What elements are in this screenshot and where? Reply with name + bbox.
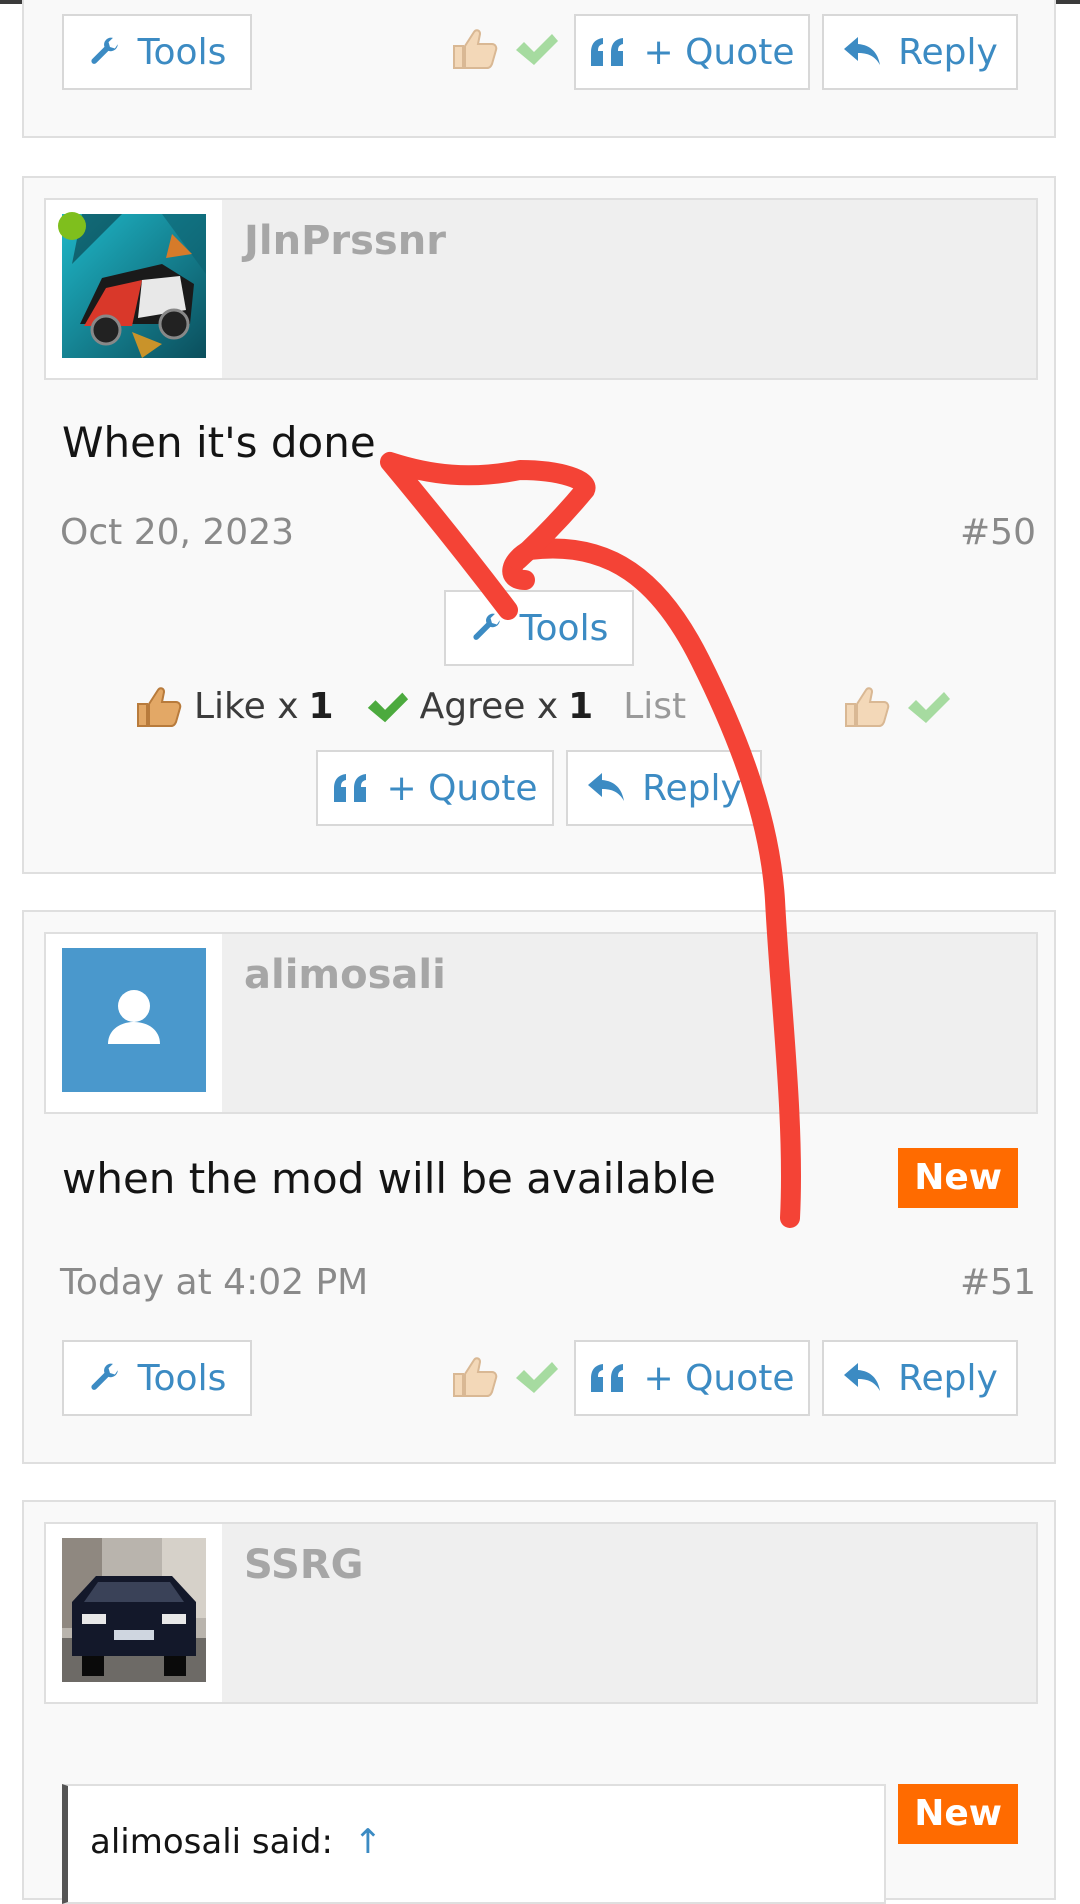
avatar-frame [46,1524,222,1702]
reactions-list-link[interactable]: List [623,686,686,727]
jump-to-quote-link[interactable]: ↑ [354,1822,383,1862]
post-number[interactable]: #50 [960,512,1036,553]
post-message: when the mod will be available [62,1154,716,1203]
tools-button[interactable]: Tools [444,590,634,666]
agree-icon[interactable] [904,682,952,734]
reply-button[interactable]: Reply [566,750,762,826]
post-ssrg: SSRG alimosali said: ↑ New [22,1500,1056,1904]
username[interactable]: SSRG [244,1542,363,1588]
wrench-icon [91,37,118,64]
quote-label: + Quote [643,31,795,73]
username[interactable]: alimosali [244,952,446,998]
reaction-icons[interactable] [842,682,952,734]
quote-icon [334,774,367,802]
quote-icon [591,1364,624,1392]
default-user-icon [108,990,160,1044]
agree-icon [367,692,408,723]
quote-button[interactable]: + Quote [574,1340,810,1416]
new-badge: New [898,1784,1018,1844]
agree-count: 1 [568,685,594,727]
tools-button[interactable]: Tools [62,14,252,90]
avatar[interactable] [62,1538,206,1682]
avatar-frame [46,934,222,1112]
like-icon[interactable] [842,682,892,734]
quote-button[interactable]: + Quote [574,14,810,90]
agree-icon[interactable] [512,1352,560,1404]
post-date[interactable]: Oct 20, 2023 [60,512,294,553]
online-indicator [58,212,86,240]
reply-button[interactable]: Reply [822,14,1018,90]
post-message: When it's done [62,418,376,467]
reactions-summary: Like x 1 Agree x 1 List [134,682,686,730]
like-count: 1 [308,685,334,727]
reply-button[interactable]: Reply [822,1340,1018,1416]
user-info-bar: JlnPrssnr [44,198,1038,380]
like-icon [137,687,182,727]
post-50: JlnPrssnr When it's done Oct 20, 2023 #5… [22,176,1056,874]
post-date[interactable]: Today at 4:02 PM [60,1262,368,1303]
quote-button[interactable]: + Quote [316,750,554,826]
quote-author: alimosali said: [90,1822,333,1862]
username[interactable]: JlnPrssnr [244,218,446,264]
reply-icon [588,773,625,801]
user-info-bar: SSRG [44,1522,1038,1704]
reaction-icons[interactable] [450,1352,560,1404]
tools-label: Tools [137,1357,227,1399]
post-51: alimosali when the mod will be available… [22,910,1056,1464]
wrench-icon [91,1363,118,1390]
post-number[interactable]: #51 [960,1262,1036,1303]
quote-icon [591,38,624,66]
tools-label: Tools [519,607,609,649]
reply-icon [844,37,881,65]
user-info-bar: alimosali [44,932,1038,1114]
wrench-icon [473,613,500,640]
agree-icon[interactable] [512,24,560,76]
like-icon[interactable] [450,24,500,76]
avatar[interactable] [62,214,206,358]
like-icon[interactable] [450,1352,500,1404]
tools-label: Tools [137,31,227,73]
reply-icon [844,1363,881,1391]
new-badge: New [898,1148,1018,1208]
reply-label: Reply [642,767,742,809]
like-label: Like x [194,685,299,727]
reply-label: Reply [898,31,998,73]
quote-label: + Quote [643,1357,795,1399]
reaction-icons[interactable] [450,24,560,76]
avatar[interactable] [62,948,206,1092]
reply-label: Reply [898,1357,998,1399]
tools-button[interactable]: Tools [62,1340,252,1416]
avatar-frame [46,200,222,378]
quote-attribution: alimosali said: ↑ [90,1822,382,1862]
quote-block: alimosali said: ↑ [62,1784,886,1904]
quote-label: + Quote [386,767,538,809]
agree-label: Agree x [419,685,559,727]
post-previous: Tools + Quote Reply [22,0,1056,138]
